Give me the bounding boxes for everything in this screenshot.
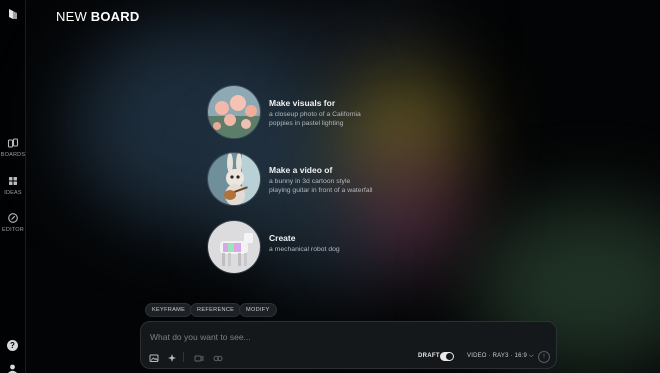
suggestion-title: Create (269, 233, 296, 243)
page-title-light: NEW (56, 9, 87, 24)
suggestion-card-create[interactable]: Create a mechanical robot dog (207, 220, 447, 274)
prompt-panel (140, 321, 557, 369)
image-upload-icon[interactable] (149, 353, 159, 363)
suggestion-description: playing guitar in front of a waterfall (269, 186, 373, 194)
model-selector[interactable]: VIDEO · RAY3 · 16:9 ⌵ (467, 353, 534, 360)
arrow-up-icon: ↑ (542, 353, 546, 360)
loop-icon[interactable] (213, 353, 223, 363)
sidebar-item-label: BOARDS (0, 152, 26, 158)
poppies-image (207, 85, 261, 139)
sparkle-icon[interactable] (167, 353, 177, 363)
boards-icon (7, 138, 19, 148)
toolbar-divider (183, 352, 184, 362)
suggestion-description: a mechanical robot dog (269, 246, 340, 253)
sidebar: BOARDS IDEAS EDITOR ? (0, 0, 26, 373)
video-camera-icon[interactable] (194, 353, 204, 363)
robot-dog-image (207, 220, 261, 274)
suggestion-card-visuals[interactable]: Make visuals for a closeup photo of a Ca… (207, 85, 447, 139)
model-selector-label: VIDEO · RAY3 · 16:9 (467, 353, 528, 359)
draft-toggle[interactable] (440, 352, 454, 361)
sidebar-item-ideas[interactable]: IDEAS (0, 175, 26, 196)
page-title-bold: BOARD (90, 9, 140, 24)
user-avatar-icon[interactable] (7, 364, 18, 373)
sidebar-item-editor[interactable]: EDITOR (0, 212, 26, 233)
modify-chip[interactable]: MODIFY (239, 303, 277, 317)
sidebar-item-label: IDEAS (4, 190, 22, 196)
page-title: NEW BOARD (56, 9, 139, 24)
prompt-input[interactable] (150, 330, 540, 344)
chevron-down-icon: ⌵ (529, 353, 534, 359)
ideas-icon (9, 177, 17, 185)
sidebar-item-label: EDITOR (2, 227, 24, 233)
suggestion-title: Make visuals for (269, 98, 336, 108)
suggestion-card-video[interactable]: Make a video of a bunny in 3d cartoon st… (207, 152, 447, 206)
bunny-guitar-image (207, 152, 261, 206)
suggestion-description: poppies in pastel lighting (269, 119, 344, 127)
reference-chip[interactable]: REFERENCE (190, 303, 242, 317)
suggestion-description: a bunny in 3d cartoon style (269, 178, 351, 185)
suggestion-title: Make a video of (269, 165, 333, 175)
send-button[interactable]: ↑ (538, 351, 550, 363)
draft-label: DRAFT (418, 353, 440, 359)
logo-icon[interactable] (7, 8, 19, 20)
editor-icon (8, 213, 18, 223)
toggle-knob (446, 353, 453, 360)
keyframe-chip[interactable]: KEYFRAME (145, 303, 193, 317)
help-button[interactable]: ? (7, 340, 18, 351)
sidebar-item-boards[interactable]: BOARDS (0, 137, 26, 158)
suggestion-description: a closeup photo of a California (269, 111, 361, 118)
